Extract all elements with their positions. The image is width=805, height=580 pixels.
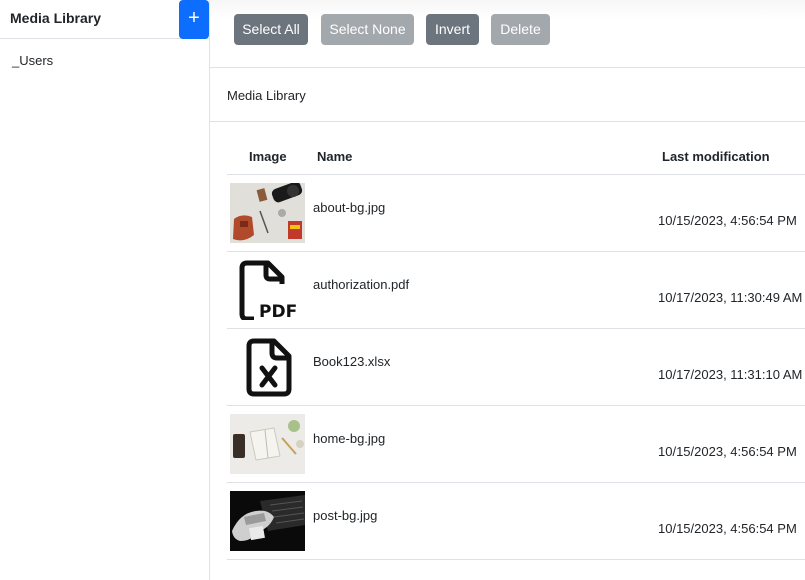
file-name: post-bg.jpg — [313, 508, 378, 523]
column-header-last-modification[interactable]: Last modification — [662, 149, 770, 164]
file-modified: 10/15/2023, 4:56:54 PM — [658, 213, 797, 228]
table-row[interactable]: post-bg.jpg 10/15/2023, 4:56:54 PM — [227, 483, 805, 560]
table-row[interactable]: Book123.xlsx 10/17/2023, 11:31:10 AM — [227, 329, 805, 406]
sidebar-item-users[interactable]: _Users — [12, 53, 53, 68]
table-row[interactable]: home-bg.jpg 10/15/2023, 4:56:54 PM — [227, 406, 805, 483]
file-modified: 10/17/2023, 11:30:49 AM — [658, 290, 803, 305]
breadcrumb[interactable]: Media Library — [227, 88, 306, 103]
photo-desk-thumbnail — [230, 183, 305, 243]
file-name: authorization.pdf — [313, 277, 410, 292]
sidebar-header: Media Library + — [0, 0, 209, 39]
file-name: about-bg.jpg — [313, 200, 386, 215]
photo-notebook-thumbnail — [230, 414, 305, 474]
toolbar: Select All Select None Invert Delete — [210, 0, 805, 68]
column-header-name[interactable]: Name — [317, 149, 352, 164]
delete-button[interactable]: Delete — [491, 14, 550, 45]
sidebar: Media Library + _Users — [0, 0, 210, 580]
svg-text:PDF: PDF — [259, 302, 297, 320]
breadcrumb-bar: Media Library — [210, 68, 805, 122]
column-header-image[interactable]: Image — [249, 149, 287, 164]
table-row[interactable]: PDF authorization.pdf 10/17/2023, 11:30:… — [227, 252, 805, 329]
file-name: Book123.xlsx — [313, 354, 391, 369]
file-modified: 10/15/2023, 4:56:54 PM — [658, 444, 797, 459]
pdf-file-icon: PDF — [230, 260, 305, 320]
file-modified: 10/15/2023, 4:56:54 PM — [658, 521, 797, 536]
table-row[interactable]: about-bg.jpg 10/15/2023, 4:56:54 PM — [227, 175, 805, 252]
sidebar-title: Media Library — [10, 10, 102, 26]
file-name: home-bg.jpg — [313, 431, 386, 446]
invert-button[interactable]: Invert — [426, 14, 479, 45]
select-all-button[interactable]: Select All — [234, 14, 308, 45]
add-folder-button[interactable]: + — [179, 0, 209, 39]
excel-file-icon — [230, 337, 305, 397]
select-none-button[interactable]: Select None — [321, 14, 414, 45]
photo-hand-laptop-thumbnail — [230, 491, 305, 551]
file-modified: 10/17/2023, 11:31:10 AM — [658, 367, 803, 382]
